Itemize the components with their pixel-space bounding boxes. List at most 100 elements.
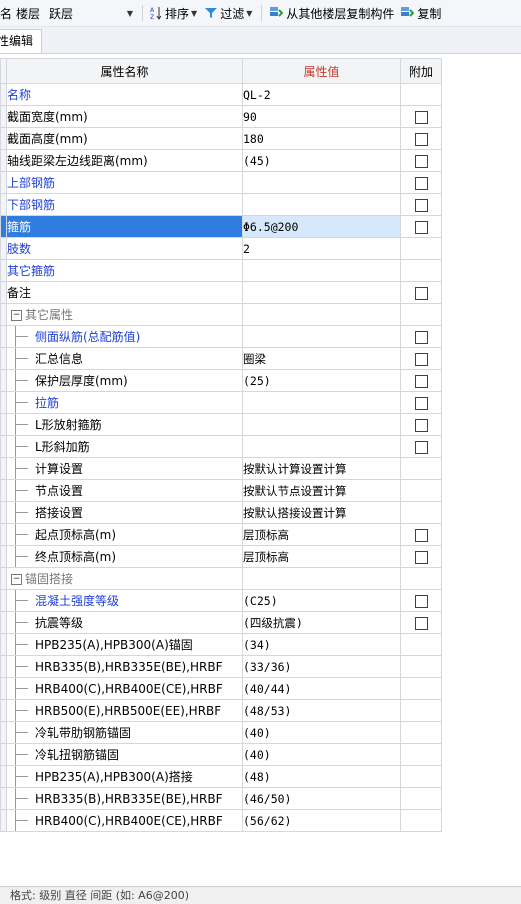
property-name-cell[interactable]: HRB400(C),HRB400E(CE),HRBF bbox=[6, 809, 243, 832]
table-row[interactable]: HRB335(B),HRB335E(BE),HRBF (33/36) bbox=[0, 655, 442, 678]
property-value-cell[interactable]: (40/44) bbox=[242, 677, 401, 700]
property-name-cell[interactable]: L形斜加筋 bbox=[6, 435, 243, 458]
property-value-cell[interactable]: (C25) bbox=[242, 589, 401, 612]
property-name-cell[interactable]: 终点顶标高(m) bbox=[6, 545, 243, 568]
table-row[interactable]: 下部钢筋 bbox=[0, 193, 442, 216]
property-name-cell[interactable]: 计算设置 bbox=[6, 457, 243, 480]
copy-to-floor-button[interactable]: 复制 bbox=[397, 3, 444, 23]
property-name-cell[interactable]: 侧面纵筋(总配筋值) bbox=[6, 325, 243, 348]
extra-checkbox[interactable] bbox=[414, 154, 428, 168]
property-name-cell[interactable]: 名称 bbox=[6, 83, 243, 106]
extra-checkbox[interactable] bbox=[414, 616, 428, 630]
property-value-cell[interactable]: 2 bbox=[242, 237, 401, 260]
filter-button[interactable]: 过滤 ▼ bbox=[202, 3, 257, 23]
property-value-cell[interactable]: 按默认节点设置计算 bbox=[242, 479, 401, 502]
extra-checkbox[interactable] bbox=[414, 374, 428, 388]
column-header-name[interactable]: 属性名称 bbox=[6, 58, 243, 84]
property-name-cell[interactable]: 冷轧带肋钢筋锚固 bbox=[6, 721, 243, 744]
property-name-cell[interactable]: HRB400(C),HRB400E(CE),HRBF bbox=[6, 677, 243, 700]
table-row[interactable]: 截面高度(mm) 180 bbox=[0, 127, 442, 150]
property-name-cell[interactable]: − 锚固搭接 bbox=[6, 567, 243, 590]
property-name-cell[interactable]: HRB500(E),HRB500E(EE),HRBF bbox=[6, 699, 243, 722]
property-value-cell[interactable]: (48) bbox=[242, 765, 401, 788]
collapse-icon[interactable]: − bbox=[11, 310, 22, 321]
table-row[interactable]: 保护层厚度(mm) (25) bbox=[0, 369, 442, 392]
extra-checkbox[interactable] bbox=[414, 396, 428, 410]
property-value-cell[interactable] bbox=[242, 171, 401, 194]
property-value-cell[interactable]: 90 bbox=[242, 105, 401, 128]
table-row[interactable]: − 其它属性 bbox=[0, 303, 442, 326]
table-row[interactable]: 侧面纵筋(总配筋值) bbox=[0, 325, 442, 348]
property-value-cell[interactable]: 层顶标高 bbox=[242, 545, 401, 568]
property-value-cell[interactable] bbox=[242, 325, 401, 348]
table-row[interactable]: 拉筋 bbox=[0, 391, 442, 414]
tab-property-editor[interactable]: 性编辑 bbox=[0, 29, 43, 53]
property-value-cell[interactable]: (46/50) bbox=[242, 787, 401, 810]
table-row[interactable]: − 锚固搭接 bbox=[0, 567, 442, 590]
extra-checkbox[interactable] bbox=[414, 528, 428, 542]
property-value-cell[interactable] bbox=[242, 413, 401, 436]
extra-checkbox[interactable] bbox=[414, 594, 428, 608]
property-name-cell[interactable]: HRB335(B),HRB335E(BE),HRBF bbox=[6, 655, 243, 678]
property-value-cell[interactable]: 按默认计算设置计算 bbox=[242, 457, 401, 480]
property-value-cell[interactable] bbox=[242, 303, 401, 326]
table-row[interactable]: 起点顶标高(m) 层顶标高 bbox=[0, 523, 442, 546]
property-name-cell[interactable]: 抗震等级 bbox=[6, 611, 243, 634]
property-value-cell[interactable] bbox=[242, 567, 401, 590]
property-name-cell[interactable]: 轴线距梁左边线距离(mm) bbox=[6, 149, 243, 172]
extra-checkbox[interactable] bbox=[414, 352, 428, 366]
collapse-icon[interactable]: − bbox=[11, 574, 22, 585]
extra-checkbox[interactable] bbox=[414, 418, 428, 432]
table-row[interactable]: 箍筋 Φ6.5@200 bbox=[0, 215, 442, 238]
table-row[interactable]: HRB500(E),HRB500E(EE),HRBF (48/53) bbox=[0, 699, 442, 722]
property-value-cell[interactable]: (34) bbox=[242, 633, 401, 656]
property-name-cell[interactable]: HPB235(A),HPB300(A)搭接 bbox=[6, 765, 243, 788]
property-value-cell[interactable]: (33/36) bbox=[242, 655, 401, 678]
extra-checkbox[interactable] bbox=[414, 550, 428, 564]
property-name-cell[interactable]: 其它箍筋 bbox=[6, 259, 243, 282]
property-name-cell[interactable]: 起点顶标高(m) bbox=[6, 523, 243, 546]
extra-checkbox[interactable] bbox=[414, 440, 428, 454]
table-row[interactable]: 汇总信息 圈梁 bbox=[0, 347, 442, 370]
table-row[interactable]: 节点设置 按默认节点设置计算 bbox=[0, 479, 442, 502]
table-row[interactable]: HPB235(A),HPB300(A)锚固 (34) bbox=[0, 633, 442, 656]
column-header-value[interactable]: 属性值 bbox=[242, 58, 401, 84]
property-name-cell[interactable]: 汇总信息 bbox=[6, 347, 243, 370]
table-row[interactable]: 混凝土强度等级 (C25) bbox=[0, 589, 442, 612]
property-name-cell[interactable]: 拉筋 bbox=[6, 391, 243, 414]
table-row[interactable]: HPB235(A),HPB300(A)搭接 (48) bbox=[0, 765, 442, 788]
property-name-cell[interactable]: 节点设置 bbox=[6, 479, 243, 502]
property-name-cell[interactable]: 混凝土强度等级 bbox=[6, 589, 243, 612]
copy-from-floor-button[interactable]: 从其他楼层复制构件 bbox=[266, 3, 397, 23]
property-value-cell[interactable] bbox=[242, 391, 401, 414]
property-name-cell[interactable]: − 其它属性 bbox=[6, 303, 243, 326]
property-name-cell[interactable]: 截面高度(mm) bbox=[6, 127, 243, 150]
table-row[interactable]: 计算设置 按默认计算设置计算 bbox=[0, 457, 442, 480]
property-value-cell[interactable]: (25) bbox=[242, 369, 401, 392]
property-name-cell[interactable]: 截面宽度(mm) bbox=[6, 105, 243, 128]
table-row[interactable]: 肢数 2 bbox=[0, 237, 442, 260]
property-name-cell[interactable]: 搭接设置 bbox=[6, 501, 243, 524]
table-row[interactable]: HRB335(B),HRB335E(BE),HRBF (46/50) bbox=[0, 787, 442, 810]
table-row[interactable]: 备注 bbox=[0, 281, 442, 304]
table-row[interactable]: 终点顶标高(m) 层顶标高 bbox=[0, 545, 442, 568]
property-name-cell[interactable]: 箍筋 bbox=[6, 215, 243, 238]
property-value-cell[interactable]: 180 bbox=[242, 127, 401, 150]
table-row[interactable]: HRB400(C),HRB400E(CE),HRBF (40/44) bbox=[0, 677, 442, 700]
table-row[interactable]: 冷轧扭钢筋锚固 (40) bbox=[0, 743, 442, 766]
table-row[interactable]: 轴线距梁左边线距离(mm) (45) bbox=[0, 149, 442, 172]
table-row[interactable]: L形斜加筋 bbox=[0, 435, 442, 458]
table-row[interactable]: 名称 QL-2 bbox=[0, 83, 442, 106]
table-row[interactable]: HRB400(C),HRB400E(CE),HRBF (56/62) bbox=[0, 809, 442, 832]
property-value-cell[interactable] bbox=[242, 435, 401, 458]
property-name-cell[interactable]: 保护层厚度(mm) bbox=[6, 369, 243, 392]
property-name-cell[interactable]: HRB335(B),HRB335E(BE),HRBF bbox=[6, 787, 243, 810]
sort-button[interactable]: A Z 排序 ▼ bbox=[147, 3, 202, 23]
property-value-cell[interactable]: (40) bbox=[242, 721, 401, 744]
table-row[interactable]: 截面宽度(mm) 90 bbox=[0, 105, 442, 128]
table-row[interactable]: 抗震等级 (四级抗震) bbox=[0, 611, 442, 634]
extra-checkbox[interactable] bbox=[414, 132, 428, 146]
property-value-cell[interactable]: 按默认搭接设置计算 bbox=[242, 501, 401, 524]
floor-select[interactable]: 跃层 ▼ bbox=[46, 2, 138, 24]
extra-checkbox[interactable] bbox=[414, 286, 428, 300]
